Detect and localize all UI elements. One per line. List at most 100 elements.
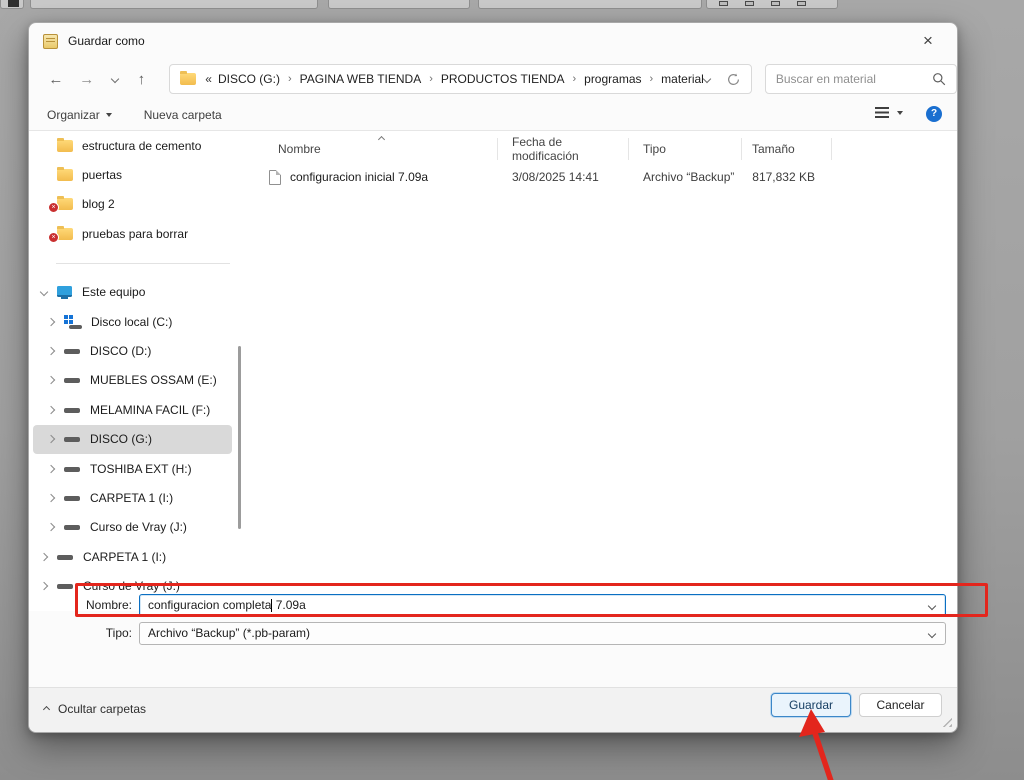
- chevron-right-icon[interactable]: [46, 346, 56, 356]
- sidebar-item[interactable]: TOSHIBA EXT (H:): [29, 454, 244, 483]
- sidebar-item[interactable]: DISCO (D:): [29, 336, 244, 365]
- column-header[interactable]: Tamaño: [742, 138, 832, 160]
- chevron-right-icon[interactable]: [46, 434, 56, 444]
- chevron-down-icon[interactable]: [927, 601, 937, 610]
- organize-label: Organizar: [47, 107, 100, 122]
- breadcrumb-item[interactable]: programas: [584, 72, 641, 86]
- sidebar-item[interactable]: MELAMINA FACIL (F:): [29, 395, 244, 424]
- sidebar-item[interactable]: Curso de Vray (J:): [29, 513, 244, 542]
- navigation-row: ← → ↑ « DISCO (G:) › PAGINA WEB TIENDA › PRO…: [29, 59, 957, 99]
- breadcrumb-item[interactable]: PAGINA WEB TIENDA: [300, 72, 422, 86]
- background-window-fragment: [30, 0, 318, 9]
- chevron-right-icon[interactable]: [46, 376, 56, 385]
- chevron-right-icon[interactable]: [39, 581, 49, 591]
- resize-grip[interactable]: [942, 717, 952, 727]
- hide-folders-toggle[interactable]: Ocultar carpetas: [42, 702, 146, 716]
- search-box[interactable]: Buscar en material: [764, 64, 957, 94]
- sidebar-item-label: CARPETA 1 (I:): [90, 490, 174, 505]
- title-bar: Guardar como ×: [29, 23, 957, 59]
- breadcrumb-separator: ›: [649, 73, 654, 85]
- sidebar-scrollbar[interactable]: [238, 346, 241, 529]
- file-modified-cell: 3/08/2025 14:41: [512, 170, 599, 184]
- sidebar-folder-item[interactable]: estructura de cemento: [29, 131, 244, 160]
- drive-icon: [64, 433, 81, 445]
- chevron-right-icon[interactable]: [46, 464, 56, 473]
- file-name: configuracion inicial 7.09a: [290, 170, 429, 184]
- chevron-right-icon[interactable]: [39, 552, 49, 562]
- drive-icon: [64, 463, 81, 475]
- breadcrumb-item[interactable]: material: [661, 72, 704, 86]
- drive-icon: [57, 580, 74, 592]
- folder-icon: [57, 167, 73, 182]
- file-type-select[interactable]: Archivo “Backup” (*.pb-param): [139, 621, 946, 645]
- chevron-right-icon[interactable]: [46, 493, 56, 503]
- sort-ascending-icon[interactable]: [377, 131, 386, 145]
- file-list-pane: Nombre Fecha de modificación Tipo Tamaño co…: [246, 131, 957, 611]
- sidebar-item[interactable]: DISCO (G:): [33, 424, 232, 454]
- breadcrumb-separator: ›: [572, 73, 577, 85]
- cancel-button[interactable]: Cancelar: [859, 693, 942, 717]
- chevron-right-icon[interactable]: [46, 405, 56, 415]
- chevron-down-icon[interactable]: [39, 288, 49, 297]
- refresh-icon[interactable]: [726, 72, 741, 87]
- sidebar-item[interactable]: CARPETA 1 (I:): [29, 483, 244, 512]
- file-name-value: configuracion completa: [148, 598, 272, 612]
- back-button[interactable]: ←: [47, 71, 65, 88]
- column-header[interactable]: Nombre: [246, 138, 498, 160]
- chevron-right-icon[interactable]: [46, 317, 56, 326]
- file-name-input[interactable]: configuracion completa 7.09a: [139, 593, 946, 617]
- sync-error-badge-icon: ×: [48, 231, 59, 243]
- address-bar[interactable]: « DISCO (G:) › PAGINA WEB TIENDA › PRODUCTOS…: [169, 64, 752, 94]
- close-button[interactable]: ×: [909, 27, 947, 55]
- background-window-toolbar: [706, 0, 838, 9]
- background-window-fragment: [0, 0, 24, 9]
- file-name-label: Nombre:: [85, 598, 132, 612]
- file-form: Nombre: configuracion completa 7.09a Tip…: [29, 593, 957, 649]
- sidebar-item-label: Curso de Vray (J:): [90, 520, 187, 535]
- sidebar-separator: [56, 262, 230, 264]
- sidebar-item[interactable]: CARPETA 1 (I:): [29, 542, 244, 571]
- forward-button[interactable]: →: [78, 71, 96, 88]
- sidebar-item[interactable]: Este equipo: [29, 278, 244, 307]
- file-name-row: Nombre: configuracion completa 7.09a: [29, 593, 957, 617]
- computer-icon: [57, 285, 73, 299]
- breadcrumb-overflow[interactable]: «: [205, 72, 212, 86]
- sidebar-item-label: DISCO (G:): [90, 432, 152, 447]
- sync-error-badge-icon: ×: [48, 202, 59, 214]
- recent-locations-button[interactable]: [109, 74, 121, 84]
- new-folder-button[interactable]: Nueva carpeta: [144, 108, 222, 122]
- organize-menu[interactable]: Organizar: [47, 108, 112, 122]
- file-type-label: Tipo:: [105, 626, 132, 640]
- sidebar-folder-item[interactable]: puertas: [29, 160, 244, 189]
- column-header[interactable]: Fecha de modificación: [498, 135, 629, 163]
- sidebar-item-label: MUEBLES OSSAM (E:): [90, 373, 217, 388]
- breadcrumb-item[interactable]: PRODUCTOS TIENDA: [441, 72, 565, 86]
- sidebar-item[interactable]: MUEBLES OSSAM (E:): [29, 366, 244, 395]
- drive-icon: [64, 521, 81, 533]
- sidebar-item-label: MELAMINA FACIL (F:): [90, 402, 211, 417]
- file-type-row: Tipo: Archivo “Backup” (*.pb-param): [29, 621, 957, 645]
- up-button[interactable]: ↑: [132, 71, 150, 88]
- sidebar-folder-label: blog 2: [82, 197, 115, 212]
- folder-icon: ×: [48, 225, 73, 243]
- breadcrumb-item[interactable]: DISCO (G:): [218, 72, 280, 86]
- folder-icon: [57, 137, 73, 152]
- sidebar-item[interactable]: Disco local (C:): [29, 307, 244, 336]
- search-icon[interactable]: [932, 72, 946, 86]
- file-row[interactable]: configuracion inicial 7.09a 3/08/2025 14:…: [246, 164, 957, 190]
- sidebar-folder-label: puertas: [82, 168, 123, 183]
- sidebar-folder-item[interactable]: × blog 2: [29, 190, 244, 219]
- view-options-button[interactable]: [875, 107, 903, 118]
- address-dropdown-chevron-icon[interactable]: [702, 74, 712, 84]
- sidebar-folder-label: pruebas para borrar: [82, 226, 189, 241]
- sidebar-item-label: DISCO (D:): [90, 344, 152, 359]
- sidebar-folder-item[interactable]: × pruebas para borrar: [29, 219, 244, 248]
- save-button[interactable]: Guardar: [771, 693, 851, 717]
- folder-glyph-icon: [57, 167, 73, 182]
- dropdown-triangle-icon: [105, 112, 112, 117]
- chevron-right-icon[interactable]: [46, 523, 56, 532]
- dialog-footer: Ocultar carpetas Guardar Cancelar: [29, 687, 957, 732]
- help-icon[interactable]: ?: [926, 106, 942, 122]
- column-header[interactable]: Tipo: [629, 138, 742, 160]
- dialog-title: Guardar como: [68, 34, 145, 48]
